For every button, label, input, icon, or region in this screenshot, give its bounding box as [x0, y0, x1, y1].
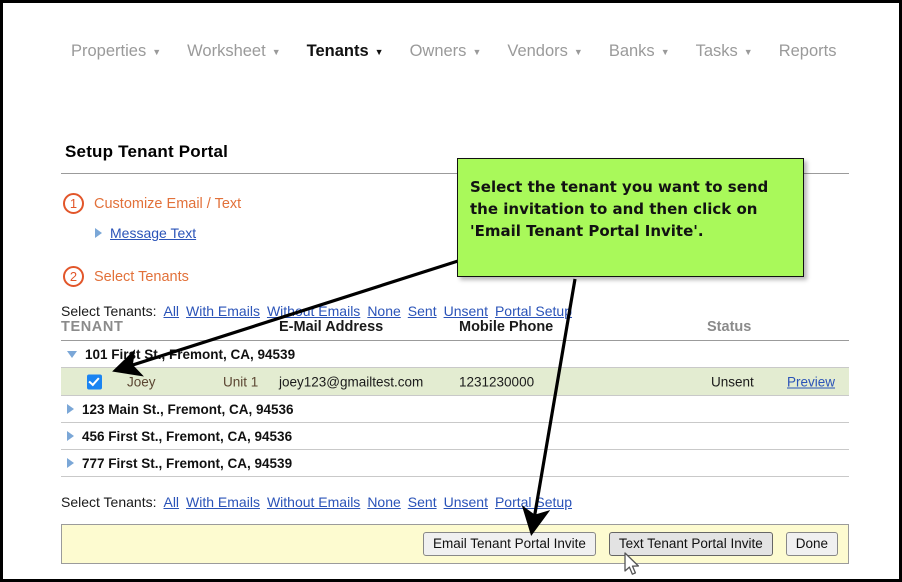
triangle-right-icon[interactable] — [67, 458, 74, 468]
filter-link-portal-setup[interactable]: Portal Setup — [495, 303, 572, 319]
tenant-status: Unsent — [711, 374, 754, 389]
property-group-row[interactable]: 777 First St., Fremont, CA, 94539 — [61, 450, 849, 477]
message-text-row[interactable]: Message Text — [95, 225, 196, 241]
nav-label: Tasks — [696, 42, 738, 61]
filters-label: Select Tenants: — [61, 494, 156, 510]
nav-item-worksheet[interactable]: Worksheet ▼ — [187, 42, 280, 61]
nav-label: Tenants — [307, 42, 369, 61]
preview-link[interactable]: Preview — [787, 374, 835, 389]
step-1-customize-email[interactable]: 1 Customize Email / Text — [63, 193, 241, 214]
triangle-right-icon[interactable] — [67, 431, 74, 441]
filter-link-all[interactable]: All — [163, 494, 179, 510]
column-header-email: E-Mail Address — [279, 319, 383, 335]
step-label: Select Tenants — [94, 269, 189, 285]
nav-item-reports[interactable]: Reports — [779, 42, 837, 61]
text-tenant-portal-invite-button[interactable]: Text Tenant Portal Invite — [609, 532, 773, 556]
column-header-status: Status — [707, 319, 751, 335]
step-number-badge: 1 — [63, 193, 84, 214]
nav-label: Worksheet — [187, 42, 266, 61]
column-header-tenant: TENANT — [61, 319, 123, 335]
tenants-table: TENANT E-Mail Address Mobile Phone Statu… — [61, 319, 849, 477]
nav-item-owners[interactable]: Owners ▼ — [410, 42, 482, 61]
nav-label: Vendors — [507, 42, 568, 61]
property-address: 101 First St., Fremont, CA, 94539 — [85, 347, 295, 362]
filter-link-without-emails[interactable]: Without Emails — [267, 303, 360, 319]
nav-item-tenants[interactable]: Tenants ▼ — [307, 42, 384, 61]
property-group-row[interactable]: 123 Main St., Fremont, CA, 94536 — [61, 396, 849, 423]
filter-link-all[interactable]: All — [163, 303, 179, 319]
tenant-email: joey123@gmailtest.com — [279, 374, 423, 389]
property-address: 123 Main St., Fremont, CA, 94536 — [82, 402, 294, 417]
filter-link-with-emails[interactable]: With Emails — [186, 303, 260, 319]
triangle-right-icon[interactable] — [67, 404, 74, 414]
select-tenants-filters-bottom: Select Tenants: All With Emails Without … — [61, 494, 579, 510]
filter-link-portal-setup[interactable]: Portal Setup — [495, 494, 572, 510]
app-screenshot: Properties ▼ Worksheet ▼ Tenants ▼ Owner… — [0, 0, 902, 582]
chevron-down-icon: ▼ — [472, 48, 481, 57]
filter-link-unsent[interactable]: Unsent — [444, 303, 488, 319]
nav-label: Owners — [410, 42, 467, 61]
step-2-select-tenants[interactable]: 2 Select Tenants — [63, 266, 189, 287]
filter-link-unsent[interactable]: Unsent — [444, 494, 488, 510]
email-tenant-portal-invite-button[interactable]: Email Tenant Portal Invite — [423, 532, 596, 556]
filter-link-sent[interactable]: Sent — [408, 303, 437, 319]
filter-link-none[interactable]: None — [367, 494, 400, 510]
table-row[interactable]: Joey Unit 1 joey123@gmailtest.com 123123… — [61, 368, 849, 396]
column-header-phone: Mobile Phone — [459, 319, 553, 335]
chevron-down-icon: ▼ — [152, 48, 161, 57]
tenant-unit: Unit 1 — [223, 374, 258, 389]
triangle-right-icon[interactable] — [95, 228, 102, 238]
property-group-row[interactable]: 456 First St., Fremont, CA, 94536 — [61, 423, 849, 450]
property-group-row[interactable]: 101 First St., Fremont, CA, 94539 — [61, 341, 849, 368]
chevron-down-icon: ▼ — [661, 48, 670, 57]
table-column-headers: TENANT E-Mail Address Mobile Phone Statu… — [61, 319, 849, 341]
nav-label: Banks — [609, 42, 655, 61]
filters-label: Select Tenants: — [61, 303, 156, 319]
callout-text: Select the tenant you want to send the i… — [470, 177, 789, 242]
step-label: Customize Email / Text — [94, 196, 241, 212]
property-address: 456 First St., Fremont, CA, 94536 — [82, 429, 292, 444]
nav-item-vendors[interactable]: Vendors ▼ — [507, 42, 582, 61]
nav-label: Reports — [779, 42, 837, 61]
message-text-link[interactable]: Message Text — [110, 225, 196, 241]
chevron-down-icon: ▼ — [574, 48, 583, 57]
chevron-down-icon: ▼ — [375, 48, 384, 57]
filter-link-sent[interactable]: Sent — [408, 494, 437, 510]
instruction-callout: Select the tenant you want to send the i… — [457, 158, 804, 277]
chevron-down-icon: ▼ — [272, 48, 281, 57]
nav-item-tasks[interactable]: Tasks ▼ — [696, 42, 753, 61]
filter-link-with-emails[interactable]: With Emails — [186, 494, 260, 510]
done-button[interactable]: Done — [786, 532, 838, 556]
page-title: Setup Tenant Portal — [65, 142, 228, 162]
select-tenants-filters-top: Select Tenants: All With Emails Without … — [61, 303, 579, 319]
filter-link-without-emails[interactable]: Without Emails — [267, 494, 360, 510]
chevron-down-icon: ▼ — [744, 48, 753, 57]
action-footer-bar: Email Tenant Portal Invite Text Tenant P… — [61, 524, 849, 564]
nav-label: Properties — [71, 42, 146, 61]
step-number-badge: 2 — [63, 266, 84, 287]
triangle-down-icon[interactable] — [67, 351, 77, 358]
nav-item-banks[interactable]: Banks ▼ — [609, 42, 670, 61]
property-address: 777 First St., Fremont, CA, 94539 — [82, 456, 292, 471]
main-navbar: Properties ▼ Worksheet ▼ Tenants ▼ Owner… — [3, 31, 899, 71]
tenant-select-checkbox[interactable] — [87, 374, 102, 389]
tenant-name: Joey — [127, 374, 156, 389]
filter-link-none[interactable]: None — [367, 303, 400, 319]
tenant-phone: 1231230000 — [459, 374, 534, 389]
nav-item-properties[interactable]: Properties ▼ — [71, 42, 161, 61]
